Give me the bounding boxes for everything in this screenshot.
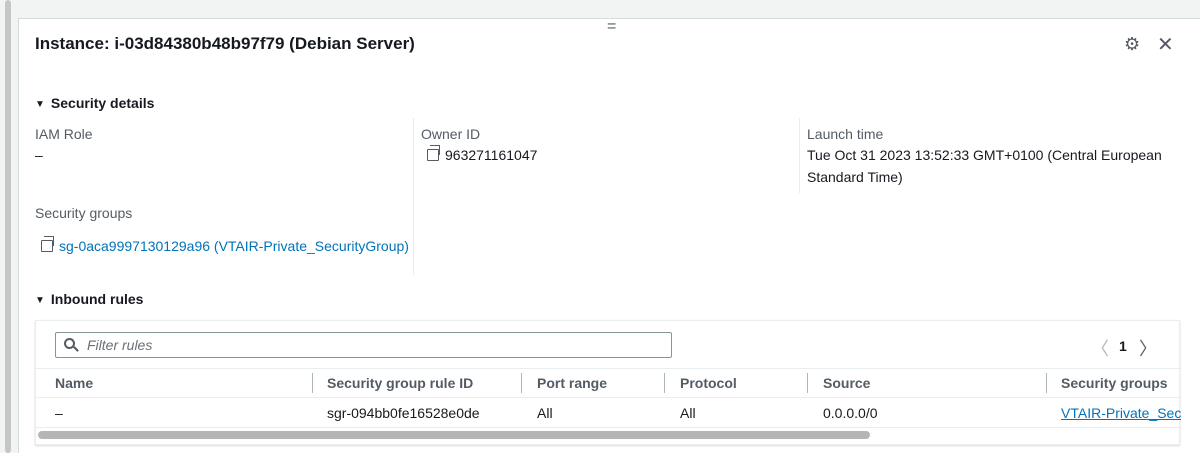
col-name[interactable]: Name bbox=[55, 375, 93, 391]
security-group-field: sg-0aca9997130129a96 (VTAIR-Private_Secu… bbox=[41, 236, 409, 256]
cell-rule-id: sgr-094bb0fe16528e0de bbox=[327, 405, 480, 421]
cell-name: – bbox=[55, 405, 63, 421]
cell-protocol: All bbox=[680, 405, 696, 421]
filter-rules-input[interactable]: Filter rules bbox=[55, 332, 672, 358]
security-group-link[interactable]: sg-0aca9997130129a96 (VTAIR-Private_Secu… bbox=[59, 238, 409, 254]
panel-title: Instance: i-03d84380b48b97f79 (Debian Se… bbox=[35, 34, 415, 53]
section-heading: Security details bbox=[50, 95, 155, 111]
cell-source: 0.0.0.0/0 bbox=[823, 405, 878, 421]
inbound-rules-toggle[interactable]: ▼ Inbound rules bbox=[35, 291, 143, 307]
prev-page-icon[interactable]: 〈 bbox=[1091, 335, 1109, 361]
copy-icon[interactable] bbox=[41, 236, 54, 252]
col-rule-id[interactable]: Security group rule ID bbox=[327, 375, 473, 391]
inbound-rules-table: Filter rules 〈 1 〉 Name Security group r… bbox=[35, 320, 1181, 445]
divider bbox=[36, 427, 1181, 428]
launch-time-value: Tue Oct 31 2023 13:52:33 GMT+0100 (Centr… bbox=[807, 144, 1162, 188]
close-icon[interactable]: ✕ bbox=[1157, 32, 1174, 57]
iam-role-label: IAM Role bbox=[35, 126, 93, 142]
col-divider[interactable] bbox=[807, 373, 808, 393]
caret-down-icon: ▼ bbox=[35, 295, 45, 306]
iam-role-value: – bbox=[35, 147, 43, 163]
page-number[interactable]: 1 bbox=[1119, 338, 1127, 354]
security-group-link[interactable]: VTAIR-Private_Secu bbox=[1061, 405, 1181, 421]
resize-handle[interactable]: = bbox=[607, 18, 616, 36]
col-divider[interactable] bbox=[664, 373, 665, 393]
next-page-icon[interactable]: 〉 bbox=[1139, 335, 1157, 361]
horizontal-scrollbar[interactable] bbox=[38, 431, 870, 439]
col-port-range[interactable]: Port range bbox=[537, 375, 607, 391]
filter-placeholder: Filter rules bbox=[87, 337, 153, 353]
divider bbox=[36, 397, 1181, 398]
search-icon-handle bbox=[73, 346, 79, 352]
caret-down-icon: ▼ bbox=[35, 99, 45, 110]
launch-time-label: Launch time bbox=[807, 126, 884, 142]
copy-icon[interactable] bbox=[427, 145, 440, 161]
security-groups-label: Security groups bbox=[35, 205, 133, 221]
security-details-toggle[interactable]: ▼ Security details bbox=[35, 95, 154, 111]
cell-port-range: All bbox=[537, 405, 553, 421]
col-security-groups[interactable]: Security groups bbox=[1061, 375, 1168, 391]
left-scrollbar[interactable] bbox=[0, 0, 18, 453]
col-divider[interactable] bbox=[1046, 373, 1047, 393]
divider bbox=[413, 118, 414, 275]
cell-security-groups: VTAIR-Private_Secu bbox=[1061, 405, 1181, 421]
scrollbar-thumb[interactable] bbox=[5, 0, 11, 453]
owner-id-value: 963271161047 bbox=[445, 147, 538, 163]
owner-id-field: 963271161047 bbox=[427, 144, 537, 166]
launch-time-line2: Standard Time) bbox=[807, 169, 903, 185]
col-source[interactable]: Source bbox=[823, 375, 870, 391]
launch-time-line1: Tue Oct 31 2023 13:52:33 GMT+0100 (Centr… bbox=[807, 147, 1162, 163]
col-divider[interactable] bbox=[521, 373, 522, 393]
col-protocol[interactable]: Protocol bbox=[680, 375, 737, 391]
owner-id-label: Owner ID bbox=[421, 126, 481, 142]
divider bbox=[36, 368, 1181, 369]
col-divider[interactable] bbox=[312, 373, 313, 393]
section-heading: Inbound rules bbox=[50, 291, 144, 307]
divider bbox=[799, 118, 800, 193]
gear-icon[interactable]: ⚙ bbox=[1124, 34, 1140, 55]
